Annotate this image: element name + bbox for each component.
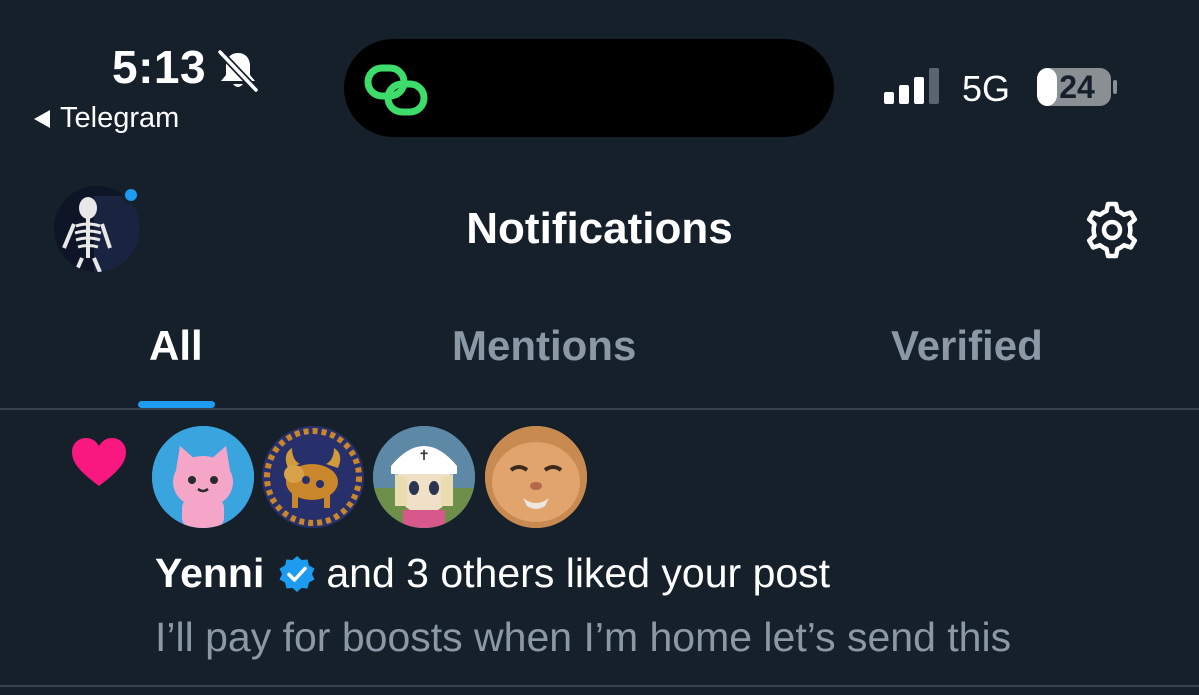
- page-title: Notifications: [466, 204, 733, 253]
- orange-cat-avatar-image: [485, 426, 587, 528]
- gear-icon[interactable]: [1082, 200, 1142, 260]
- liker-name[interactable]: Yenni: [155, 550, 264, 597]
- back-app-label: Telegram: [60, 102, 180, 134]
- post-preview-text: I’ll pay for boosts when I’m home let’s …: [155, 614, 1012, 660]
- golden-ox-avatar-image: [262, 426, 364, 528]
- pink-cat-avatar-image: [152, 426, 254, 528]
- liker-avatar[interactable]: [152, 426, 254, 528]
- cellular-signal-icon: [884, 68, 939, 104]
- link-chain-icon: [364, 64, 428, 116]
- active-tab-indicator: [138, 401, 215, 408]
- tab-divider: [0, 408, 1199, 410]
- verified-badge-icon: [279, 555, 315, 592]
- battery-icon: 24: [1036, 66, 1118, 108]
- heart-icon: [72, 438, 126, 486]
- unread-dot: [122, 186, 140, 204]
- status-time: 5:13: [112, 41, 207, 93]
- back-to-app-link[interactable]: Telegram: [34, 102, 179, 135]
- battery-level: 24: [1059, 69, 1095, 105]
- liker-avatar[interactable]: [262, 426, 364, 528]
- back-arrow-icon: [34, 109, 50, 128]
- tab-all[interactable]: All: [149, 322, 203, 370]
- liker-avatar[interactable]: [485, 426, 587, 528]
- anime-girl-avatar-image: ✝: [373, 426, 475, 528]
- notification-action-text: and 3 others liked your post: [326, 550, 831, 596]
- bell-slash-icon: [217, 49, 259, 92]
- notification-summary: Yenni and 3 others liked your post: [155, 550, 830, 597]
- tab-mentions[interactable]: Mentions: [452, 322, 636, 370]
- liker-avatar[interactable]: ✝: [373, 426, 475, 528]
- tab-verified[interactable]: Verified: [891, 322, 1043, 370]
- notification-divider: [0, 685, 1199, 687]
- network-type: 5G: [962, 68, 1011, 109]
- svg-text:✝: ✝: [418, 447, 430, 463]
